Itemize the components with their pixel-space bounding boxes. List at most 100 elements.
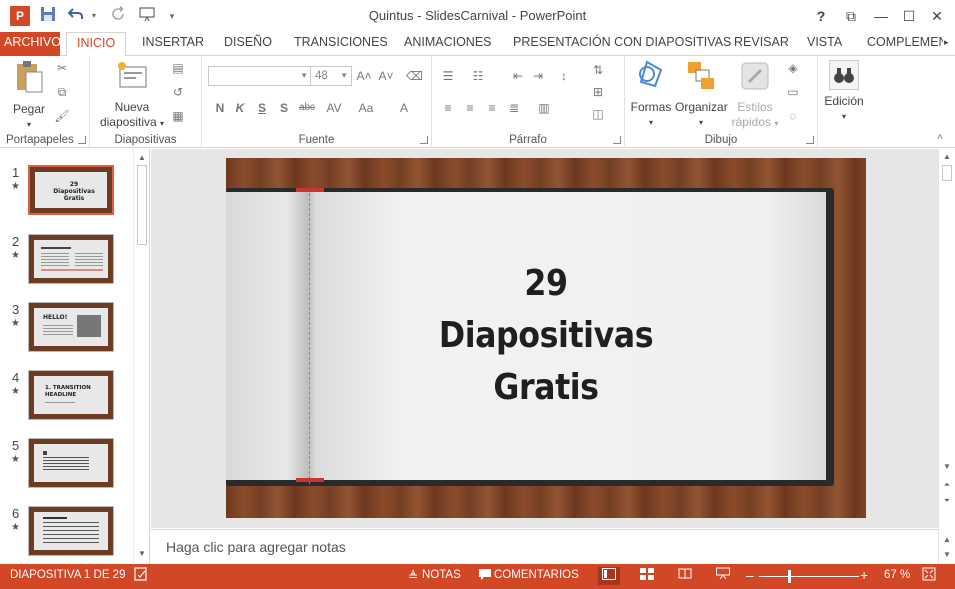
shadow-icon[interactable]: S	[276, 100, 292, 116]
thumbnail-slide-4[interactable]: 1. TRANSITION HEADLINE	[28, 370, 114, 420]
text-direction-icon[interactable]: ⇅	[590, 62, 606, 78]
editor-scrollbar[interactable]: ▲ ▼ ⏶ ⏷	[938, 149, 955, 528]
thumbnail-slide-1[interactable]: 29 Diapositivas Gratis	[28, 165, 114, 215]
underline-icon[interactable]: S	[254, 100, 270, 116]
columns-icon[interactable]: ▥	[536, 100, 552, 116]
scroll-thumb[interactable]	[137, 165, 147, 245]
thumbnail-slide-6[interactable]	[28, 506, 114, 556]
font-color-icon[interactable]: A	[396, 100, 412, 116]
notes-icon[interactable]: ≜	[404, 567, 422, 585]
clear-formatting-icon[interactable]: ⌫	[406, 68, 423, 84]
tab-transiciones[interactable]: TRANSICIONES	[292, 32, 390, 56]
tab-presentacion[interactable]: PRESENTACIÓN CON DIAPOSITIVAS	[511, 32, 733, 56]
italic-icon[interactable]: K	[232, 100, 248, 116]
thumbnail-slide-3[interactable]: HELLO!	[28, 302, 114, 352]
justify-icon[interactable]: ≣	[506, 100, 522, 116]
thumbnail-row[interactable]: 1 ★ 29 Diapositivas Gratis	[0, 165, 132, 225]
strikethrough-icon[interactable]: abc	[296, 100, 318, 116]
font-launcher-icon[interactable]	[420, 136, 428, 144]
align-center-icon[interactable]: ≡	[462, 100, 478, 116]
normal-view-icon[interactable]	[598, 567, 620, 585]
maximize-button[interactable]: ☐	[896, 5, 922, 27]
reading-view-icon[interactable]	[676, 567, 694, 585]
thumbnail-row[interactable]: 3 ★ HELLO!	[0, 302, 132, 362]
shape-fill-icon[interactable]: ◈	[785, 60, 801, 76]
close-button[interactable]: ✕	[924, 5, 950, 27]
section-icon[interactable]: ▦	[170, 108, 186, 124]
tab-vista[interactable]: VISTA	[805, 32, 844, 56]
thumbnail-slide-2[interactable]	[28, 234, 114, 284]
scroll-down-icon[interactable]: ▼	[135, 547, 149, 561]
editing-button[interactable]: Edición ▾	[820, 60, 868, 124]
thumbnails-scrollbar[interactable]: ▲ ▼	[133, 149, 149, 564]
slide-show-icon[interactable]	[714, 567, 732, 585]
fit-to-window-icon[interactable]	[920, 567, 938, 585]
shapes-button[interactable]: Formas ▾	[629, 60, 673, 130]
grow-font-icon[interactable]: A˄	[356, 68, 372, 84]
paragraph-launcher-icon[interactable]	[613, 136, 621, 144]
zoom-slider-track[interactable]	[759, 576, 859, 577]
convert-smartart-icon[interactable]: ◫	[590, 106, 606, 122]
arrange-button[interactable]: Organizar ▾	[675, 60, 728, 130]
tab-animaciones[interactable]: ANIMACIONES	[402, 32, 494, 56]
tab-inicio[interactable]: INICIO	[66, 32, 127, 57]
slide-title[interactable]: 29 Diapositivas Gratis	[405, 258, 687, 414]
clipboard-launcher-icon[interactable]	[78, 136, 86, 144]
thumbnail-row[interactable]: 2 ★	[0, 234, 132, 294]
align-text-icon[interactable]: ⊞	[590, 84, 606, 100]
tabs-scroll-right-icon[interactable]: ▸	[942, 32, 951, 56]
drawing-launcher-icon[interactable]	[806, 136, 814, 144]
increase-indent-icon[interactable]: ⇥	[530, 68, 546, 84]
layout-icon[interactable]: ▤	[170, 60, 186, 76]
notes-scrollbar[interactable]: ▲ ▼	[938, 529, 955, 564]
cut-icon[interactable]: ✂	[54, 60, 70, 76]
shrink-font-icon[interactable]: A˅	[378, 68, 394, 84]
notes-placeholder[interactable]: Haga clic para agregar notas	[166, 539, 346, 555]
thumbnail-row[interactable]: 6 ★	[0, 506, 132, 566]
format-painter-icon[interactable]: 🖌	[54, 108, 70, 124]
spelling-icon[interactable]	[132, 567, 150, 585]
previous-slide-icon[interactable]: ⏶	[940, 478, 954, 492]
scroll-down-icon[interactable]: ▼	[940, 460, 954, 474]
help-button[interactable]: ?	[808, 5, 834, 27]
next-slide-icon[interactable]: ⏷	[940, 494, 954, 508]
paste-button[interactable]: Pegar ▾	[8, 60, 50, 132]
comments-button[interactable]: COMENTARIOS	[494, 569, 579, 581]
bold-icon[interactable]: N	[212, 100, 228, 116]
font-name-combo[interactable]: ▼	[208, 66, 312, 86]
align-left-icon[interactable]: ≡	[440, 100, 456, 116]
character-spacing-icon[interactable]: AV	[322, 100, 346, 116]
shape-effects-icon[interactable]: ◌	[785, 108, 801, 124]
font-size-combo[interactable]: 48 ▼	[310, 66, 352, 86]
tab-insertar[interactable]: INSERTAR	[140, 32, 206, 56]
ribbon-display-options-button[interactable]: ⧉	[838, 5, 864, 27]
change-case-icon[interactable]: Aa	[354, 100, 378, 116]
tab-diseno[interactable]: DISEÑO	[222, 32, 274, 56]
shape-outline-icon[interactable]: ▭	[785, 84, 801, 100]
tab-revisar[interactable]: REVISAR	[732, 32, 791, 56]
copy-icon[interactable]: ⧉	[54, 84, 70, 100]
tab-complementos[interactable]: COMPLEMEN	[865, 32, 943, 56]
numbering-icon[interactable]: ☷	[470, 68, 486, 84]
zoom-out-icon[interactable]: –	[746, 567, 754, 583]
scroll-up-icon[interactable]: ▲	[940, 533, 954, 547]
decrease-indent-icon[interactable]: ⇤	[510, 68, 526, 84]
notes-pane[interactable]: Haga clic para agregar notas	[151, 529, 938, 564]
thumbnail-slide-5[interactable]	[28, 438, 114, 488]
bullets-icon[interactable]: ☰	[440, 68, 456, 84]
reset-icon[interactable]: ↺	[170, 84, 186, 100]
new-slide-button[interactable]: Nueva diapositiva ▾	[96, 60, 168, 131]
comments-icon[interactable]	[476, 567, 494, 585]
notes-button[interactable]: NOTAS	[422, 569, 461, 581]
thumbnail-row[interactable]: 5 ★	[0, 438, 132, 498]
scroll-thumb[interactable]	[942, 165, 952, 181]
scroll-down-icon[interactable]: ▼	[940, 548, 954, 562]
current-slide[interactable]: 29 Diapositivas Gratis	[226, 158, 866, 518]
minimize-button[interactable]: —	[868, 5, 894, 27]
collapse-ribbon-icon[interactable]: ˄	[932, 130, 948, 146]
align-right-icon[interactable]: ≡	[484, 100, 500, 116]
slide-sorter-icon[interactable]	[638, 567, 656, 585]
scroll-up-icon[interactable]: ▲	[135, 151, 149, 165]
line-spacing-icon[interactable]: ↕	[556, 68, 572, 84]
zoom-level[interactable]: 67 %	[884, 569, 910, 581]
